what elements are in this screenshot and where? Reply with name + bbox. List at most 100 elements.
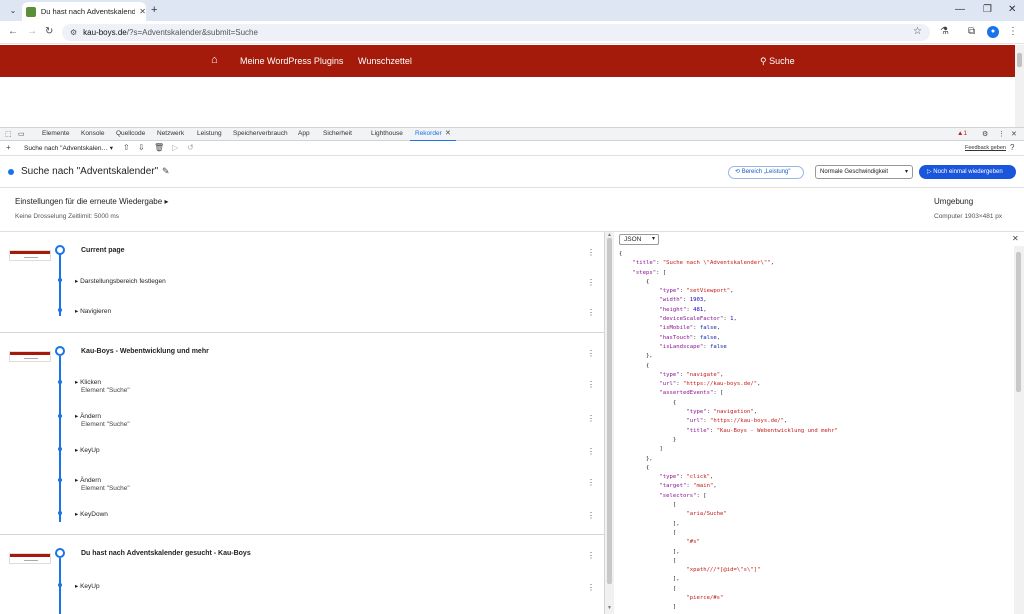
edit-title-icon[interactable]: ✎: [162, 166, 170, 177]
forward-icon[interactable]: →: [27, 26, 37, 37]
site-search-button[interactable]: ⚲ Suche: [760, 56, 795, 67]
feedback-link[interactable]: Feedback geben: [965, 145, 1006, 151]
tab-security[interactable]: Sicherheit: [323, 130, 352, 137]
home-icon[interactable]: ⌂: [211, 54, 218, 66]
section-menu-icon[interactable]: ⋮: [587, 248, 595, 257]
json-code-view[interactable]: { "title": "Suche nach \"Adventskalender…: [619, 250, 838, 614]
step-menu-icon[interactable]: ⋮: [587, 478, 595, 487]
code-line: ]: [619, 604, 677, 611]
code-scrollbar[interactable]: [1014, 246, 1024, 614]
code-line: {: [619, 464, 650, 471]
format-select[interactable]: JSON ▾: [619, 234, 659, 245]
code-line: "steps": [: [632, 269, 667, 276]
performance-panel-button[interactable]: ⟲ Bereich „Leistung": [728, 166, 804, 179]
help-icon[interactable]: ?: [1010, 143, 1014, 152]
settings-gear-icon[interactable]: ⚙: [982, 130, 988, 138]
code-line: },: [619, 455, 653, 462]
lab-icon[interactable]: ⚗: [940, 26, 949, 37]
devtools-close-icon[interactable]: ✕: [1011, 130, 1017, 138]
code-line: "type": "setViewport",: [659, 288, 734, 295]
step-item[interactable]: ▸ Darstellungsbereich festlegen: [75, 277, 166, 285]
code-line: }: [619, 436, 677, 443]
inspect-icon[interactable]: ⬚: [5, 130, 12, 138]
nav-link-plugins[interactable]: Meine WordPress Plugins: [240, 56, 343, 66]
replay-speed-select[interactable]: Normale Geschwindigkeit ▾: [815, 165, 913, 179]
page-thumbnail: [9, 553, 51, 564]
nav-link-wishlist[interactable]: Wunschzettel: [358, 56, 412, 66]
step-menu-icon[interactable]: ⋮: [587, 583, 595, 592]
new-tab-icon[interactable]: +: [151, 4, 157, 16]
replay-button[interactable]: ▷ Noch einmal wiedergeben: [919, 165, 1016, 179]
reload-icon[interactable]: ↻: [45, 26, 53, 37]
replay-settings-toggle[interactable]: Einstellungen für die erneute Wiedergabe…: [15, 197, 168, 206]
restore-icon[interactable]: ❐: [983, 4, 992, 15]
code-line: "xpath///*[@id=\"s\"]": [686, 567, 761, 574]
step-item[interactable]: ▸ Ändern: [75, 476, 101, 484]
device-toolbar-icon[interactable]: ▭: [18, 130, 25, 138]
steps-scrollbar[interactable]: ▲ ▼: [604, 232, 614, 614]
section-menu-icon[interactable]: ⋮: [587, 551, 595, 560]
warning-badge[interactable]: ▲1: [957, 130, 967, 137]
step-item[interactable]: ▸ Klicken: [75, 378, 101, 386]
delete-icon[interactable]: 🗑: [154, 143, 164, 152]
step-menu-icon[interactable]: ⋮: [587, 278, 595, 287]
code-line: "target": "main",: [659, 483, 717, 490]
tab-console[interactable]: Konsole: [81, 130, 105, 137]
section-circle: [55, 346, 65, 356]
devtools-menu-icon[interactable]: ⋮: [998, 130, 1005, 138]
section-menu-icon[interactable]: ⋮: [587, 349, 595, 358]
step-item[interactable]: ▸ KeyUp: [75, 446, 100, 454]
tab-close-icon[interactable]: ✕: [139, 7, 146, 16]
tab-search-icon[interactable]: ⌄: [6, 4, 20, 18]
code-line: "width": 1903,: [659, 297, 707, 304]
code-line: "title": "Suche nach \"Adventskalender\"…: [632, 260, 774, 267]
code-line: "pierce/#s": [686, 594, 724, 601]
tab-lighthouse[interactable]: Lighthouse: [371, 130, 403, 137]
step-menu-icon[interactable]: ⋮: [587, 380, 595, 389]
step-dot: [58, 447, 62, 451]
replay-settings-icon[interactable]: ↺: [187, 143, 194, 152]
code-line: "url": "https://kau-boys.de/",: [659, 381, 761, 388]
tab-elements[interactable]: Elemente: [42, 130, 69, 137]
step-item[interactable]: ▸ KeyUp: [75, 582, 100, 590]
step-item[interactable]: ▸ KeyDown: [75, 510, 108, 518]
tab-strip: ⌄ Du hast nach Adventskalender ✕ + — ❐ ✕: [0, 0, 1024, 21]
minimize-icon[interactable]: —: [955, 4, 965, 15]
tab-performance[interactable]: Leistung: [197, 130, 222, 137]
code-line: [: [619, 502, 677, 509]
environment-summary: Computer 1903×481 px: [934, 213, 1003, 220]
code-line: [: [619, 557, 677, 564]
scroll-down-icon[interactable]: ▼: [607, 605, 612, 611]
step-menu-icon[interactable]: ⋮: [587, 511, 595, 520]
close-recorder-tab-icon[interactable]: ✕: [445, 129, 451, 137]
step-item[interactable]: ▸ Ändern: [75, 412, 101, 420]
close-code-panel-icon[interactable]: ✕: [1012, 234, 1019, 243]
tab-recorder[interactable]: Rekorder: [415, 130, 442, 137]
page-scrollbar[interactable]: [1015, 45, 1024, 127]
window-close-icon[interactable]: ✕: [1008, 4, 1016, 15]
extensions-icon[interactable]: ⧉: [968, 26, 975, 37]
import-icon[interactable]: ⇩: [138, 143, 145, 152]
create-recording-icon[interactable]: +: [6, 143, 11, 152]
tab-application[interactable]: App: [298, 130, 310, 137]
recording-select[interactable]: Suche nach "Adventskalen… ▾: [21, 143, 115, 154]
address-bar[interactable]: ⚙ kau-boys.de/?s=Adventskalender&submit=…: [62, 24, 930, 41]
code-line: ],: [619, 548, 680, 555]
step-menu-icon[interactable]: ⋮: [587, 447, 595, 456]
step-menu-icon[interactable]: ⋮: [587, 414, 595, 423]
tab-sources[interactable]: Quellcode: [116, 130, 145, 137]
menu-icon[interactable]: ⋮: [1008, 26, 1018, 37]
play-icon[interactable]: ▷: [172, 143, 178, 152]
step-item[interactable]: ▸ Navigieren: [75, 307, 111, 315]
export-icon[interactable]: ⇧: [123, 143, 130, 152]
site-info-icon[interactable]: ⚙: [70, 28, 77, 37]
bookmark-star-icon[interactable]: ☆: [913, 26, 922, 37]
recording-title[interactable]: Suche nach "Adventskalender": [21, 166, 158, 177]
tab-memory[interactable]: Speicherverbrauch: [233, 130, 288, 137]
tab-network[interactable]: Netzwerk: [157, 130, 184, 137]
browser-tab[interactable]: Du hast nach Adventskalender ✕: [22, 2, 146, 21]
code-line: "deviceScaleFactor": 1,: [659, 316, 737, 323]
back-icon[interactable]: ←: [8, 26, 18, 37]
step-menu-icon[interactable]: ⋮: [587, 308, 595, 317]
profile-avatar[interactable]: ●: [987, 26, 999, 38]
